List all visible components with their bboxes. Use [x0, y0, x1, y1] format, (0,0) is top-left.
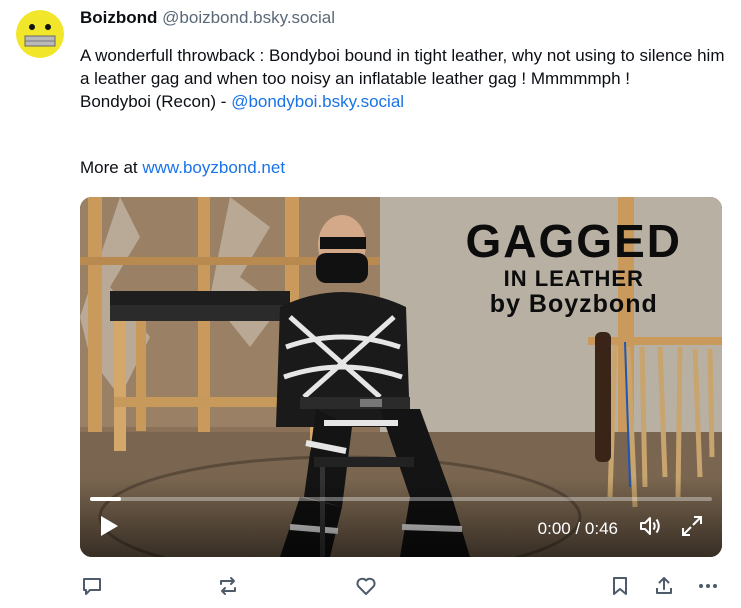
- like-icon: [356, 577, 376, 595]
- more-options-button[interactable]: [696, 572, 720, 600]
- reply-button[interactable]: [80, 572, 104, 600]
- overlay-line-1: GAGGED: [465, 215, 682, 267]
- more-line: More at www.boyzbond.net: [80, 157, 285, 179]
- avatar-image: [16, 10, 64, 58]
- video-progress-bar[interactable]: [90, 497, 712, 501]
- volume-icon: [640, 517, 660, 535]
- post-body: A wonderfull throwback : Bondyboi bound …: [80, 46, 725, 88]
- video-progress-fill: [90, 497, 122, 501]
- bookmark-button[interactable]: [608, 572, 632, 600]
- play-button[interactable]: [98, 514, 120, 543]
- website-link[interactable]: www.boyzbond.net: [142, 158, 285, 177]
- video-time: 0:00 / 0:46: [537, 519, 618, 538]
- post-actions: [80, 572, 730, 600]
- repost-button[interactable]: [216, 572, 240, 600]
- like-button[interactable]: [354, 572, 378, 600]
- credit-mention-link[interactable]: @bondyboi.bsky.social: [231, 92, 404, 111]
- share-button[interactable]: [652, 572, 676, 600]
- fullscreen-button[interactable]: [680, 514, 704, 543]
- display-name[interactable]: Boizbond: [80, 8, 157, 27]
- credit-prefix: Bondyboi (Recon) -: [80, 92, 232, 111]
- post-credit: Bondyboi (Recon) - @bondyboi.bsky.social: [80, 90, 728, 113]
- video-player[interactable]: GAGGED IN LEATHER by Boyzbond 0:00 / 0:4…: [80, 197, 722, 557]
- reply-icon: [83, 578, 101, 595]
- more-prefix: More at: [80, 158, 143, 177]
- more-icon: [699, 584, 717, 588]
- post-text: A wonderfull throwback : Bondyboi bound …: [80, 44, 728, 113]
- post-header: Boizbond @boizbond.bsky.social: [80, 8, 335, 28]
- volume-button[interactable]: [638, 514, 662, 543]
- author-handle[interactable]: @boizbond.bsky.social: [162, 8, 335, 27]
- overlay-line-2: IN LEATHER: [503, 266, 644, 291]
- avatar[interactable]: [16, 10, 64, 58]
- repost-icon: [220, 577, 236, 595]
- video-overlay-title: GAGGED IN LEATHER by Boyzbond: [466, 217, 682, 317]
- share-icon: [656, 577, 672, 594]
- fullscreen-icon: [682, 516, 702, 536]
- overlay-line-3: by Boyzbond: [489, 290, 658, 318]
- bookmark-icon: [613, 577, 627, 595]
- play-icon: [101, 516, 118, 536]
